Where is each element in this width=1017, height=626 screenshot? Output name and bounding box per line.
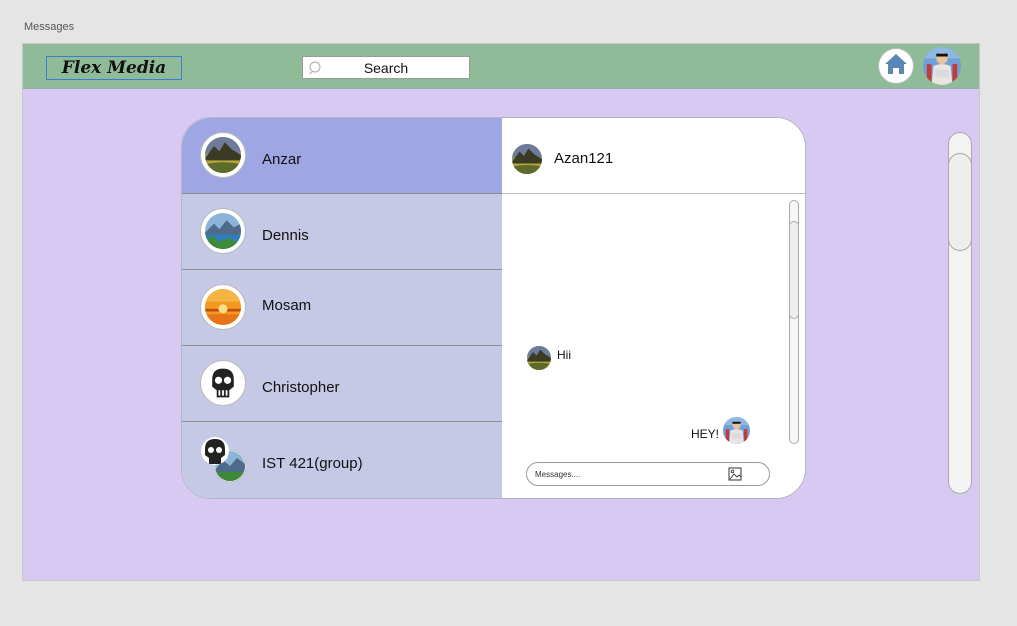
contact-name: Mosam [262,297,312,314]
avatar [200,360,246,406]
chat-scrollbar-thumb[interactable] [789,221,799,319]
message-text: HEY! [691,427,720,441]
chat-window: Azan121 Hii HEY! [502,118,805,498]
avatar [200,284,246,330]
contact-item-ist-421-group[interactable]: IST 421(group) [182,422,502,498]
avatar [200,132,246,178]
avatar [527,346,551,370]
top-navigation-bar: Flex Media Search [23,44,979,89]
contact-item-dennis[interactable]: Dennis [182,194,502,270]
avatar[interactable] [512,144,542,174]
chat-title: Azan121 [554,150,614,167]
avatar [200,208,246,254]
messages-panel: Anzar Dennis Mosam Christopher IST 421(g… [181,117,806,499]
avatar [723,417,750,444]
app-logo[interactable]: Flex Media [46,56,182,80]
contact-item-mosam[interactable]: Mosam [182,270,502,346]
contact-name: IST 421(group) [262,455,363,472]
contact-name: Christopher [262,379,340,396]
image-icon[interactable] [728,467,742,486]
home-button[interactable] [878,48,914,84]
contact-name: Anzar [262,151,302,168]
chat-scrollbar[interactable] [789,200,799,444]
chat-header: Azan121 [502,118,805,194]
page-label: Messages [24,21,75,33]
contact-list: Anzar Dennis Mosam Christopher IST 421(g… [182,118,503,498]
search-input[interactable]: Search [302,56,470,79]
message-input-box [526,462,770,486]
profile-avatar[interactable] [923,47,961,85]
contact-item-christopher[interactable]: Christopher [182,346,502,422]
message-text: Hii [557,348,571,362]
home-icon [881,48,911,84]
message-input[interactable] [535,467,715,481]
avatar [200,436,246,482]
page-scrollbar-thumb[interactable] [948,153,972,251]
page-scrollbar[interactable] [948,132,972,494]
search-label: Search [363,60,409,76]
contact-item-anzar[interactable]: Anzar [182,118,502,194]
contact-name: Dennis [262,227,309,244]
